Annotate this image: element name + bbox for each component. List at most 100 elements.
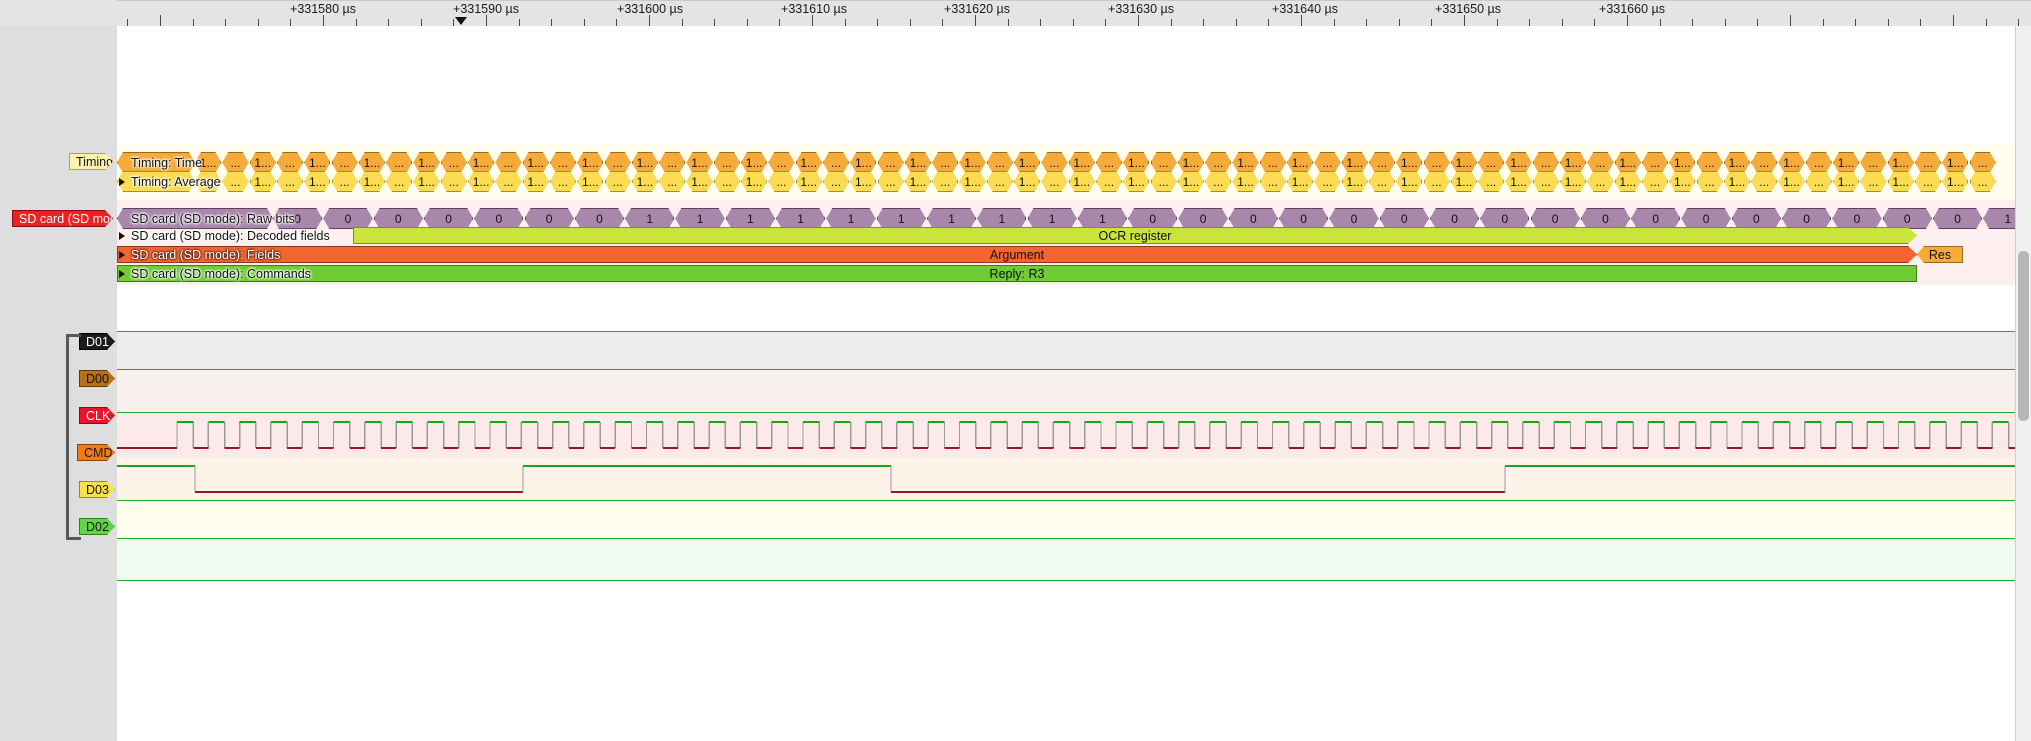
ruler-tick-minor — [877, 19, 878, 26]
packet-cell[interactable]: 1... — [1123, 171, 1149, 192]
playhead-marker-icon[interactable] — [455, 17, 467, 25]
packet-cell[interactable]: ... — [768, 171, 794, 192]
decoded-fields-bar[interactable]: OCR register — [353, 227, 1917, 244]
packet-cell[interactable]: 1... — [796, 171, 822, 192]
packet-cell[interactable]: ... — [1314, 171, 1340, 192]
packet-cell[interactable]: 1... — [1615, 171, 1641, 192]
packet-cell[interactable]: ... — [1806, 171, 1832, 192]
ruler-tick-minor — [1366, 19, 1367, 26]
fields-res-chip[interactable]: Res — [1917, 246, 1963, 263]
packet-cell[interactable]: 1... — [1888, 171, 1914, 192]
analyzer-tag-timing[interactable]: Timing — [69, 153, 113, 170]
lane-commands[interactable]: Reply: R3 SD card (SD mode): Commands — [117, 264, 2031, 283]
disclosure-triangle-icon-timing-average[interactable] — [119, 177, 125, 186]
packet-cell[interactable]: 1... — [1669, 171, 1695, 192]
packet-cell[interactable]: 1... — [1232, 171, 1258, 192]
packet-cell[interactable]: 1... — [1778, 171, 1804, 192]
disclosure-triangle-icon-decoded-fields[interactable] — [119, 231, 125, 240]
packet-cell[interactable]: ... — [1697, 171, 1723, 192]
packet-cell[interactable]: ... — [659, 171, 685, 192]
ruler-tick-minor — [747, 19, 748, 26]
channel-tag-d03-label: D03 — [86, 483, 109, 497]
packet-cell[interactable]: 1... — [1451, 171, 1477, 192]
ruler-tick-minor — [1529, 19, 1530, 26]
ruler-tick-minor — [779, 19, 780, 26]
packet-cell[interactable]: 1... — [686, 171, 712, 192]
packet-cell[interactable]: ... — [550, 171, 576, 192]
packet-cell[interactable]: 1... — [1724, 171, 1750, 192]
lane-timing-average[interactable]: ...... 1...... 1...... 1...... 1...... 1.....… — [117, 170, 2031, 193]
ruler-tick-minor — [845, 19, 846, 26]
packet-cell[interactable]: ... — [1751, 171, 1777, 192]
packet-cell[interactable]: 1... — [1178, 171, 1204, 192]
packet-cell[interactable]: 1... — [304, 171, 330, 192]
packet-cell[interactable]: 1... — [359, 171, 385, 192]
packet-cell[interactable]: ... — [714, 171, 740, 192]
ruler-tick-minor — [1008, 19, 1009, 26]
packet-cell[interactable]: ... — [823, 171, 849, 192]
band-d00 — [117, 370, 2031, 413]
timing-average-packets[interactable]: ...... 1...... 1...... 1...... 1...... 1.....… — [117, 170, 2031, 193]
packet-cell[interactable]: ... — [1533, 171, 1559, 192]
packet-cell[interactable]: ... — [1860, 171, 1886, 192]
packet-cell[interactable]: 1... — [850, 171, 876, 192]
waveform-canvas[interactable]: 1...... 1...... 1...... 1...... 1...... 1....… — [117, 26, 2031, 741]
packet-cell[interactable]: ... — [1587, 171, 1613, 192]
packet-cell[interactable]: 1... — [1833, 171, 1859, 192]
packet-cell[interactable]: ... — [386, 171, 412, 192]
disclosure-triangle-icon-fields[interactable] — [119, 250, 125, 259]
packet-cell[interactable]: ... — [987, 171, 1013, 192]
packet-cell[interactable]: 1... — [1287, 171, 1313, 192]
packet-cell[interactable]: ... — [1642, 171, 1668, 192]
packet-cell[interactable]: ... — [932, 171, 958, 192]
packet-cell[interactable]: 1... — [1342, 171, 1368, 192]
packet-cell[interactable]: ... — [1915, 171, 1941, 192]
packet-cell[interactable]: ... — [222, 171, 248, 192]
packet-cell[interactable]: ... — [1205, 171, 1231, 192]
packet-cell[interactable]: 1... — [577, 171, 603, 192]
packet-cell[interactable]: ... — [1041, 171, 1067, 192]
vertical-scrollbar[interactable] — [2015, 26, 2031, 741]
time-ruler[interactable]: +331580 µs +331590 µs +331600 µs +331610 µs… — [117, 0, 2031, 27]
fields-bar[interactable]: Argument — [117, 246, 1917, 263]
packet-cell[interactable]: ... — [1260, 171, 1286, 192]
packet-cell[interactable]: 1... — [905, 171, 931, 192]
packet-cell[interactable]: 1... — [1069, 171, 1095, 192]
disclosure-triangle-icon-commands[interactable] — [119, 269, 125, 278]
packet-cell[interactable]: ... — [1424, 171, 1450, 192]
lane-fields[interactable]: Argument Res SD card (SD mode): Fields — [117, 245, 2031, 264]
cmd-waveform[interactable] — [117, 457, 2031, 501]
commands-bar[interactable]: Reply: R3 — [117, 265, 1917, 282]
packet-cell[interactable]: 1... — [413, 171, 439, 192]
ruler-tick-minor — [714, 19, 715, 26]
packet-cell[interactable]: 1... — [1396, 171, 1422, 192]
packet-cell[interactable]: ... — [1970, 171, 1996, 192]
packet-cell[interactable]: ... — [495, 171, 521, 192]
idle-line-d01-top — [117, 331, 2031, 332]
packet-cell[interactable]: ... — [277, 171, 303, 192]
packet-cell[interactable]: 1... — [468, 171, 494, 192]
vertical-scrollbar-thumb[interactable] — [2018, 251, 2029, 421]
packet-cell[interactable]: 1... — [1942, 171, 1968, 192]
analyzer-tag-sdcard[interactable]: SD card (SD mode) — [12, 210, 113, 227]
packet-cell[interactable]: 1... — [1560, 171, 1586, 192]
packet-cell[interactable]: 1... — [1505, 171, 1531, 192]
channel-tag-cmd[interactable]: CMD — [77, 444, 115, 461]
packet-cell[interactable]: 1... — [959, 171, 985, 192]
packet-cell[interactable]: 1... — [1014, 171, 1040, 192]
packet-cell[interactable]: ... — [1369, 171, 1395, 192]
packet-cell[interactable]: ... — [441, 171, 467, 192]
packet-cell[interactable]: ... — [878, 171, 904, 192]
packet-cell[interactable]: 1... — [523, 171, 549, 192]
clk-waveform[interactable] — [117, 413, 2031, 457]
packet-cell[interactable]: 1... — [250, 171, 276, 192]
ruler-tick-minor — [1073, 19, 1074, 26]
packet-cell[interactable]: ... — [1478, 171, 1504, 192]
packet-cell[interactable]: 1... — [741, 171, 767, 192]
packet-cell[interactable]: ... — [1096, 171, 1122, 192]
packet-cell[interactable]: ... — [332, 171, 358, 192]
lane-decoded-fields[interactable]: OCR register SD card (SD mode): Decoded … — [117, 226, 2031, 245]
packet-cell[interactable]: 1... — [632, 171, 658, 192]
packet-cell[interactable]: ... — [605, 171, 631, 192]
packet-cell[interactable]: ... — [1151, 171, 1177, 192]
